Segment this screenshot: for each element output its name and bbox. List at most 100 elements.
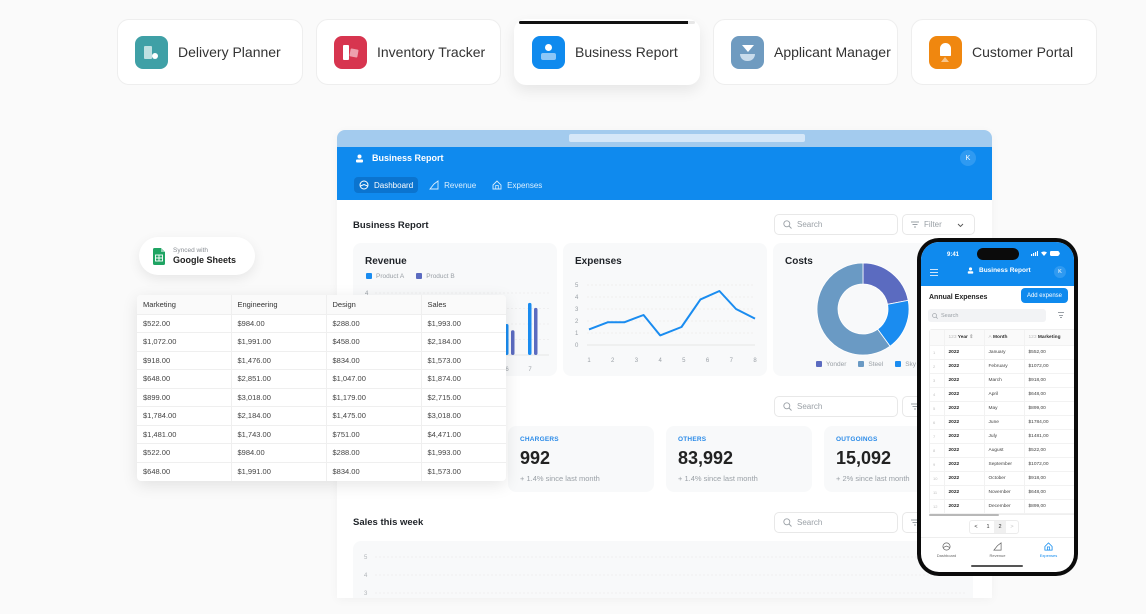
address-bar[interactable] xyxy=(569,134,805,142)
search-input[interactable]: Search xyxy=(774,214,898,235)
table-cell[interactable]: $4,471.00 xyxy=(421,425,506,444)
table-cell[interactable]: $648.00 xyxy=(137,369,232,389)
table-cell[interactable]: $522,00 xyxy=(1024,443,1074,458)
table-row[interactable]: 4 2022 April $648,00 xyxy=(930,387,1074,402)
search-input[interactable]: Search xyxy=(774,512,898,533)
table-cell[interactable]: 2022 xyxy=(944,457,985,472)
nav-expenses[interactable]: Expenses xyxy=(487,177,547,193)
table-cell[interactable]: $2,851.00 xyxy=(231,369,327,389)
table-row[interactable]: 8 2022 August $522,00 xyxy=(930,443,1074,458)
table-cell[interactable]: $1,475.00 xyxy=(326,406,422,426)
table-row[interactable]: 11 2022 November $648,00 xyxy=(930,485,1074,500)
table-cell[interactable]: $2,715.00 xyxy=(421,388,506,407)
table-cell[interactable]: January xyxy=(984,345,1025,360)
table-cell[interactable]: 2022 xyxy=(944,345,985,360)
table-cell[interactable]: $1,784.00 xyxy=(137,406,232,426)
table-cell[interactable]: $899,00 xyxy=(1024,499,1074,514)
search-input[interactable]: Search xyxy=(774,396,898,417)
table-cell[interactable]: $2,184.00 xyxy=(231,406,327,426)
table-cell[interactable]: $899.00 xyxy=(137,388,232,407)
column-header-marketing[interactable]: 123 Marketing xyxy=(1024,330,1074,346)
table-cell[interactable]: $1,476.00 xyxy=(231,351,327,370)
table-cell[interactable]: $1,047.00 xyxy=(326,369,422,389)
table-cell[interactable]: April xyxy=(984,387,1025,402)
table-cell[interactable]: $984.00 xyxy=(231,314,327,333)
bottom-nav-revenue[interactable]: Revenue xyxy=(978,542,1018,567)
table-cell[interactable]: March xyxy=(984,373,1025,388)
table-cell[interactable]: $1,993.00 xyxy=(421,314,506,333)
table-cell[interactable]: 2022 xyxy=(944,443,985,458)
table-cell[interactable]: $2,184.00 xyxy=(421,332,506,352)
table-cell[interactable]: $3,018.00 xyxy=(231,388,327,407)
horizontal-scrollbar[interactable] xyxy=(929,514,999,516)
table-cell[interactable]: September xyxy=(984,457,1025,472)
table-cell[interactable]: $648.00 xyxy=(137,462,232,481)
table-cell[interactable]: $288.00 xyxy=(326,314,422,333)
table-cell[interactable]: $552,00 xyxy=(1024,345,1074,360)
table-cell[interactable]: $288.00 xyxy=(326,443,422,463)
column-header[interactable]: Marketing xyxy=(137,295,232,315)
table-cell[interactable]: May xyxy=(984,401,1025,416)
nav-dashboard[interactable]: Dashboard xyxy=(354,177,419,193)
column-header[interactable]: Design xyxy=(326,295,422,315)
table-cell[interactable]: $899,00 xyxy=(1024,401,1074,416)
table-cell[interactable]: $918,00 xyxy=(1024,373,1074,388)
table-cell[interactable]: 2022 xyxy=(944,485,985,500)
page-button[interactable]: 1 xyxy=(982,521,994,533)
table-cell[interactable]: $918.00 xyxy=(137,351,232,370)
table-cell[interactable]: $522.00 xyxy=(137,443,232,463)
table-row[interactable]: 7 2022 July $1481,00 xyxy=(930,429,1074,444)
table-cell[interactable]: 2022 xyxy=(944,429,985,444)
app-tab-applicant-manager[interactable]: Applicant Manager xyxy=(713,19,898,85)
table-row[interactable]: 12 2022 December $899,00 xyxy=(930,499,1074,514)
table-cell[interactable]: $1,072.00 xyxy=(137,332,232,352)
table-cell[interactable]: February xyxy=(984,359,1025,374)
table-row[interactable]: 5 2022 May $899,00 xyxy=(930,401,1074,416)
table-cell[interactable]: $522.00 xyxy=(137,314,232,333)
app-tab-customer-portal[interactable]: Customer Portal xyxy=(911,19,1097,85)
nav-revenue[interactable]: Revenue xyxy=(424,177,481,193)
table-cell[interactable]: $834.00 xyxy=(326,351,422,370)
table-cell[interactable]: June xyxy=(984,415,1025,430)
app-tab-inventory-tracker[interactable]: Inventory Tracker xyxy=(316,19,501,85)
user-avatar[interactable]: K xyxy=(1054,266,1066,278)
column-header-year[interactable]: 123 Year ⇕ xyxy=(944,330,985,346)
bottom-nav-expenses[interactable]: Expenses xyxy=(1029,542,1069,567)
table-cell[interactable]: $1,573.00 xyxy=(421,462,506,481)
table-cell[interactable]: $1,573.00 xyxy=(421,351,506,370)
table-cell[interactable]: $1,993.00 xyxy=(421,443,506,463)
table-cell[interactable]: 2022 xyxy=(944,401,985,416)
column-header[interactable]: Sales xyxy=(421,295,506,315)
table-row[interactable]: 9 2022 September $1072,00 xyxy=(930,457,1074,472)
table-cell[interactable]: 2022 xyxy=(944,499,985,514)
table-cell[interactable]: August xyxy=(984,443,1025,458)
table-cell[interactable]: $1,743.00 xyxy=(231,425,327,444)
table-cell[interactable]: $648,00 xyxy=(1024,387,1074,402)
app-tab-delivery-planner[interactable]: Delivery Planner xyxy=(117,19,303,85)
table-row[interactable]: 1 2022 January $552,00 xyxy=(930,345,1074,360)
table-cell[interactable]: 2022 xyxy=(944,373,985,388)
table-cell[interactable]: $1481,00 xyxy=(1024,429,1074,444)
table-cell[interactable]: $1,991.00 xyxy=(231,462,327,481)
table-cell[interactable]: 2022 xyxy=(944,415,985,430)
page-button-current[interactable]: 2 xyxy=(994,521,1006,533)
app-tab-business-report[interactable]: Business Report xyxy=(514,19,700,85)
next-page-button[interactable]: > xyxy=(1006,521,1018,533)
table-cell[interactable]: $458.00 xyxy=(326,332,422,352)
filter-dropdown[interactable]: Filter xyxy=(902,214,975,235)
table-cell[interactable]: October xyxy=(984,471,1025,486)
table-cell[interactable]: 2022 xyxy=(944,359,985,374)
filter-icon[interactable] xyxy=(1058,312,1064,320)
table-cell[interactable]: $1,179.00 xyxy=(326,388,422,407)
table-row[interactable]: 2 2022 February $1072,00 xyxy=(930,359,1074,374)
prev-page-button[interactable]: < xyxy=(970,521,982,533)
table-cell[interactable]: $751.00 xyxy=(326,425,422,444)
column-header-month[interactable]: A Month xyxy=(984,330,1025,346)
table-row[interactable]: 3 2022 March $918,00 xyxy=(930,373,1074,388)
table-cell[interactable]: December xyxy=(984,499,1025,514)
table-cell[interactable]: $648,00 xyxy=(1024,485,1074,500)
table-row[interactable]: 10 2022 October $918,00 xyxy=(930,471,1074,486)
table-cell[interactable]: $984.00 xyxy=(231,443,327,463)
table-cell[interactable]: $1072,00 xyxy=(1024,457,1074,472)
table-cell[interactable]: July xyxy=(984,429,1025,444)
